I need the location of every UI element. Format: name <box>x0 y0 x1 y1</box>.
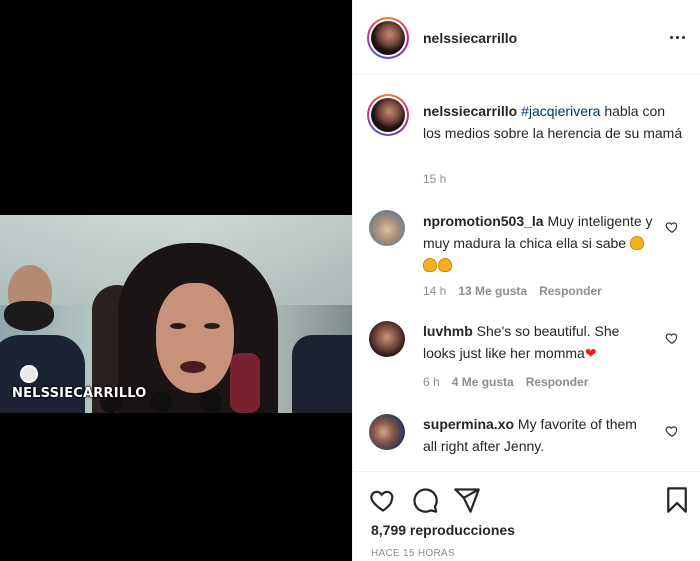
save-icon[interactable] <box>663 486 691 514</box>
post-header: nelssiecarrillo <box>353 0 700 75</box>
post-actions: 8,799 reproducciones HACE 15 HORAS <box>353 471 700 561</box>
header-username[interactable]: nelssiecarrillo <box>423 30 517 46</box>
heart-icon[interactable] <box>369 486 397 514</box>
comment-avatar[interactable] <box>369 210 405 246</box>
comment-text: npromotion503_la Muy inteligente y muy m… <box>423 210 653 276</box>
red-heart-emoji-icon: ❤ <box>584 345 597 361</box>
comment-text: supermina.xo My favorite of them all rig… <box>423 413 653 457</box>
comment-username[interactable]: npromotion503_la <box>423 213 544 229</box>
comment-like-heart-icon[interactable] <box>665 220 679 234</box>
comment-username[interactable]: luvhmb <box>423 323 473 339</box>
caption-hashtag[interactable]: #jacqierivera <box>521 103 600 119</box>
video-watermark: NELSSIECARRILLO <box>12 386 147 401</box>
caption-avatar[interactable] <box>367 94 409 136</box>
caption-username[interactable]: nelssiecarrillo <box>423 103 517 119</box>
watermark-logo-icon <box>20 365 38 383</box>
more-options-icon[interactable] <box>665 28 689 46</box>
video-right-figure <box>292 335 352 413</box>
comment-text: luvhmb She's so beautiful. She looks jus… <box>423 320 653 364</box>
comment-username[interactable]: supermina.xo <box>423 416 514 432</box>
caption-timestamp[interactable]: 15 h <box>423 172 446 186</box>
share-icon[interactable] <box>453 486 481 514</box>
comment-time[interactable]: 6 h <box>423 375 440 389</box>
comment-meta: 14 h 13 Me gusta Responder <box>423 284 602 298</box>
comment-likes[interactable]: 13 Me gusta <box>458 284 527 298</box>
comment-time[interactable]: 14 h <box>423 284 446 298</box>
caption-text: nelssiecarrillo #jacqierivera habla con … <box>423 100 683 144</box>
video-frame[interactable]: NELSSIECARRILLO <box>0 215 352 413</box>
post-timestamp[interactable]: HACE 15 HORAS <box>371 548 455 559</box>
comment-likes[interactable]: 4 Me gusta <box>452 375 514 389</box>
comment-avatar[interactable] <box>369 414 405 450</box>
comment-like-heart-icon[interactable] <box>665 331 679 345</box>
comment-reply-button[interactable]: Responder <box>539 284 602 298</box>
view-count[interactable]: 8,799 reproducciones <box>371 522 515 538</box>
comment-like-heart-icon[interactable] <box>665 424 679 438</box>
post-panel: nelssiecarrillo nelssiecarrillo #jacqier… <box>352 0 700 561</box>
comment-avatar[interactable] <box>369 321 405 357</box>
comment-icon[interactable] <box>411 486 439 514</box>
post-media[interactable]: NELSSIECARRILLO <box>0 0 352 561</box>
header-avatar[interactable] <box>367 17 409 59</box>
comment-meta: 6 h 4 Me gusta Responder <box>423 375 588 389</box>
comment-reply-button[interactable]: Responder <box>526 375 589 389</box>
